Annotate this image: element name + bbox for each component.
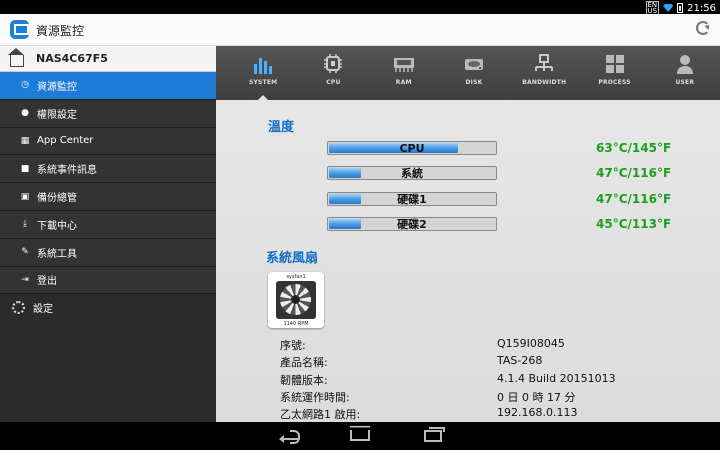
app-monitor-icon[interactable] — [10, 20, 29, 39]
info-key: 乙太網路1 啟用: — [280, 408, 361, 421]
temp-value-system: 47°C/116°F — [596, 166, 672, 180]
tab-cpu[interactable]: CPU — [298, 46, 368, 100]
tab-system[interactable]: SYSTEM — [228, 46, 298, 100]
download-icon: ⤓ — [23, 219, 27, 230]
tab-disk[interactable]: DISK — [439, 46, 509, 100]
sidebar-item-app-center[interactable]: ▦ App Center — [0, 127, 216, 156]
sidebar-item-resource-monitor[interactable]: ◷ 資源監控 — [0, 72, 216, 100]
info-key: 韌體版本: — [280, 374, 328, 387]
info-value: TAS-268 — [497, 354, 543, 367]
temp-bar-cpu: CPU — [327, 141, 497, 155]
system-nav-bar — [0, 422, 720, 450]
temp-bar-disk1: 硬碟1 — [327, 192, 497, 206]
sidebar-item-label: 權限設定 — [37, 109, 77, 121]
sidebar-item-system-events[interactable]: ■ 系統事件訊息 — [0, 155, 216, 184]
user-icon: ● — [21, 108, 29, 119]
sidebar-item-logout[interactable]: ⇥ 登出 — [0, 266, 216, 295]
temp-bar-system: 系統 — [327, 166, 497, 180]
wifi-icon — [663, 4, 674, 12]
sidebar-item-label: 資源監控 — [37, 81, 77, 93]
sidebar-item-label: 登出 — [37, 276, 57, 288]
sidebar-item-label: 系統事件訊息 — [37, 165, 97, 177]
sidebar-item-label: 備份總管 — [37, 193, 77, 205]
monitor-tabs: SYSTEM CPU RAM DISK BANDWIDTH PROCESS US… — [216, 46, 720, 100]
logout-icon: ⇥ — [21, 274, 29, 285]
sidebar: NAS4C67F5 ◷ 資源監控 ● 權限設定 ▦ App Center ■ 系… — [0, 46, 216, 422]
app-title: 資源監控 — [36, 24, 85, 38]
main-panel: SYSTEM CPU RAM DISK BANDWIDTH PROCESS US… — [216, 46, 720, 422]
recent-apps-icon[interactable] — [424, 427, 445, 442]
temp-bar-label: 硬碟1 — [397, 193, 427, 206]
temp-bar-label: CPU — [399, 142, 425, 155]
sidebar-item-settings[interactable]: 設定 — [0, 294, 216, 321]
sidebar-item-label: App Center — [37, 135, 94, 147]
process-grid-icon — [605, 55, 624, 73]
nas-device-row[interactable]: NAS4C67F5 — [0, 46, 216, 72]
temp-bar-label: 硬碟2 — [397, 218, 427, 231]
clock-icon: ◷ — [21, 80, 29, 91]
sidebar-item-download-center[interactable]: ⤓ 下載中心 — [0, 210, 216, 239]
info-value: Q159I08045 — [497, 337, 565, 350]
temp-value-disk2: 45°C/113°F — [596, 217, 672, 231]
info-value: 192.168.0.113 — [497, 406, 578, 419]
home-icon[interactable] — [350, 430, 370, 441]
clock-time: 21:56 — [687, 2, 716, 14]
tab-bandwidth[interactable]: BANDWIDTH — [509, 46, 579, 100]
sidebar-item-label: 設定 — [33, 303, 53, 315]
fan-name: sysfan1 — [286, 274, 306, 280]
sidebar-item-permissions[interactable]: ● 權限設定 — [0, 99, 216, 128]
cpu-chip-icon — [324, 54, 343, 73]
battery-icon — [677, 3, 684, 13]
nas-name: NAS4C67F5 — [36, 52, 108, 65]
temp-bar-label: 系統 — [401, 167, 423, 180]
disk-icon — [464, 59, 483, 70]
tab-user[interactable]: USER — [650, 46, 720, 100]
info-key: 系統運作時間: — [280, 391, 350, 404]
sidebar-item-label: 下載中心 — [37, 220, 77, 232]
tab-process[interactable]: PROCESS — [579, 46, 649, 100]
temp-bar-disk2: 硬碟2 — [327, 217, 497, 231]
backup-icon: ▣ — [20, 191, 30, 202]
fan-rpm: 1140 RPM — [283, 321, 309, 327]
language-indicator: EN US — [645, 1, 660, 15]
back-icon[interactable] — [279, 430, 300, 444]
gear-icon — [12, 300, 25, 314]
status-bar: EN US 21:56 — [0, 0, 720, 15]
network-icon — [535, 54, 554, 71]
info-value: 0 日 0 時 17 分 — [497, 391, 576, 404]
info-key: 產品名稱: — [280, 356, 328, 369]
sidebar-item-system-tools[interactable]: ✎ 系統工具 — [0, 238, 216, 267]
temperature-title: 溫度 — [268, 120, 295, 135]
bar-chart-icon — [254, 58, 273, 74]
temp-value-cpu: 63°C/145°F — [596, 141, 672, 155]
tab-ram[interactable]: RAM — [369, 46, 439, 100]
user-icon — [676, 55, 693, 74]
grid-icon: ▦ — [20, 135, 30, 146]
fan-card[interactable]: sysfan1 1140 RPM — [268, 272, 324, 328]
home-icon — [8, 47, 24, 67]
info-key: 序號: — [280, 339, 306, 352]
message-icon: ■ — [20, 163, 30, 174]
refresh-icon[interactable] — [696, 21, 710, 35]
tools-icon: ✎ — [21, 247, 29, 258]
action-bar: 資源監控 — [0, 14, 720, 46]
sidebar-item-backup[interactable]: ▣ 備份總管 — [0, 183, 216, 211]
fan-icon — [276, 281, 316, 319]
fan-title: 系統風扇 — [266, 251, 319, 266]
sidebar-item-label: 系統工具 — [37, 248, 77, 260]
ram-icon — [393, 58, 414, 72]
temp-value-disk1: 47°C/116°F — [596, 192, 672, 206]
info-value: 4.1.4 Build 20151013 — [497, 372, 616, 385]
